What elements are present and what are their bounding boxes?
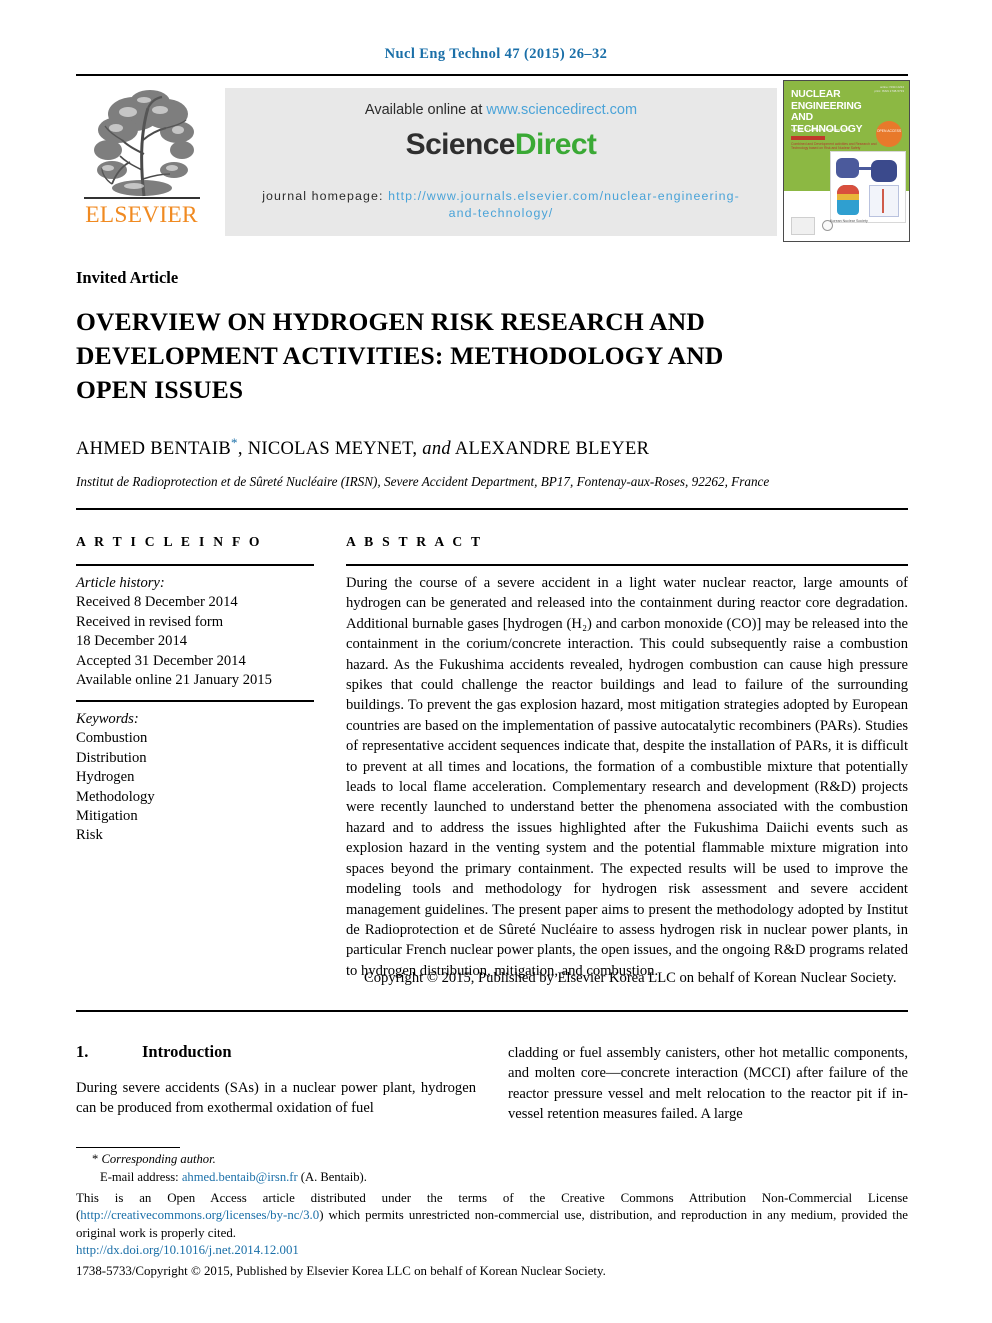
doi-link[interactable]: http://dx.doi.org/10.1016/j.net.2014.12.… [76,1243,299,1258]
email-label: E-mail address: [100,1170,182,1184]
cover-reactor-top-layer [837,185,859,194]
cover-society-label: Korean Nuclear Society [830,219,868,223]
sciencedirect-logo: ScienceDirect [225,128,777,162]
cover-publisher-mark [791,217,815,235]
journal-cover-thumbnail: NUCLEAR ENGINEERING AND TECHNOLOGY Volum… [783,80,910,242]
corresponding-author-note: * Corresponding author. [92,1152,492,1167]
info-section-top-rule [76,508,908,510]
article-history-line: Received 8 December 2014 [76,594,238,611]
sciencedirect-link[interactable]: www.sciencedirect.com [486,102,637,118]
header-top-rule [76,74,908,76]
email-suffix: (A. Bentaib). [297,1170,367,1184]
body-column-left: During severe accidents (SAs) in a nucle… [76,1080,476,1117]
cover-volume-line: Volume 47 Number 1 February 2015 [791,128,850,132]
abstract-heading: A B S T R A C T [346,534,483,549]
author-conjunction: and [422,439,451,460]
elsevier-tree-baseline [84,197,200,199]
sciencedirect-logo-science: Science [405,128,516,161]
body-top-rule [76,1010,908,1012]
keywords-label: Keywords: [76,711,139,727]
keyword-item: Combustion [76,730,148,747]
keyword-item: Hydrogen [76,769,135,786]
corresponding-author-marker: * [231,435,238,450]
email-note: E-mail address: ahmed.bentaib@irsn.fr (A… [100,1170,600,1185]
article-history-line: Accepted 31 December 2014 [76,652,246,669]
cover-issn-corner: online: ISSN 2234 print: ISSN 1738-5733 [874,85,904,93]
article-history-block: Article history: Received 8 December 201… [76,574,320,690]
author-first: AHMED BENTAIB [76,439,232,460]
journal-homepage-line: journal homepage: http://www.journals.el… [251,188,751,222]
abstract-copyright: Copyright © 2015, Published by Elsevier … [364,970,897,986]
elsevier-logo: ELSEVIER [76,84,207,239]
cover-highlight-bar [791,136,825,140]
cover-open-access-label: OPEN ACCESS [876,129,902,133]
cover-open-access-badge: OPEN ACCESS [876,121,902,147]
available-online-label: Available online at [364,102,487,118]
article-history-line: 18 December 2014 [76,633,188,650]
journal-header: ELSEVIER Available online at www.science… [76,80,910,242]
cover-schematic-line [882,189,884,213]
body-column-right: cladding or fuel assembly canisters, oth… [508,1045,908,1123]
article-history-label: Article history: [76,575,165,591]
corresponding-author-note-mark: * [92,1152,99,1166]
cover-vessel-right-icon [871,160,897,182]
cover-pipe-icon [858,167,872,170]
cover-schematic-icon [869,185,899,217]
author-second: , NICOLAS MEYNET, [237,439,423,460]
article-type-label: Invited Article [76,268,179,287]
journal-homepage-link-line1[interactable]: http://www.journals.elsevier.com/nuclear… [388,189,658,203]
author-affiliation: Institut de Radioprotection et de Sûreté… [76,474,770,489]
journal-article-page: Nucl Eng Technol 47 (2015) 26–32 ELSEVIE… [0,0,992,1323]
keyword-item: Methodology [76,788,155,805]
section-number: 1. [76,1042,89,1061]
author-list: AHMED BENTAIB*, NICOLAS MEYNET, and ALEX… [76,435,906,460]
page-title: OVERVIEW ON HYDROGEN RISK RESEARCH AND D… [76,307,724,404]
keyword-item: Distribution [76,749,147,766]
keywords-rule [76,700,314,702]
cover-illustration [830,151,906,223]
section-title-introduction: Introduction [142,1042,232,1061]
abstract-text: During the course of a severe accident i… [346,575,908,979]
abstract-rule [346,564,908,566]
article-info-rule [76,564,314,566]
article-history-line: Received in revised form [76,613,224,630]
email-link[interactable]: ahmed.bentaib@irsn.fr [182,1170,298,1184]
sciencedirect-banner: Available online at www.sciencedirect.co… [225,88,777,236]
elsevier-tree-icon [82,84,202,202]
keyword-item: Mitigation [76,808,138,825]
sciencedirect-logo-direct: Direct [514,128,597,161]
article-info-heading: A R T I C L E I N F O [76,534,263,549]
running-head: Nucl Eng Technol 47 (2015) 26–32 [384,46,608,62]
license-note: This is an Open Access article distribut… [76,1190,908,1242]
cover-vessel-left-icon [836,158,859,178]
author-third: ALEXANDRE BLEYER [450,439,650,460]
keywords-block: Keywords: Combustion Distribution Hydrog… [76,710,320,846]
corresponding-author-note-label: Corresponding author. [101,1152,216,1166]
elsevier-wordmark: ELSEVIER [85,202,198,228]
article-history-line: Available online 21 January 2015 [76,672,272,689]
cover-highlight-text: Combined and Development activities and … [791,142,877,151]
available-online-line: Available online at www.sciencedirect.co… [225,102,777,118]
license-link[interactable]: http://creativecommons.org/licenses/by-n… [80,1208,319,1222]
cover-reactor-icon [837,185,859,215]
issn-copyright-line: 1738-5733/Copyright © 2015, Published by… [76,1264,606,1278]
journal-homepage-label: journal homepage: [262,189,389,203]
keyword-item: Risk [76,827,103,844]
cover-reactor-mid-layer [837,194,859,200]
footnote-rule [76,1147,180,1148]
